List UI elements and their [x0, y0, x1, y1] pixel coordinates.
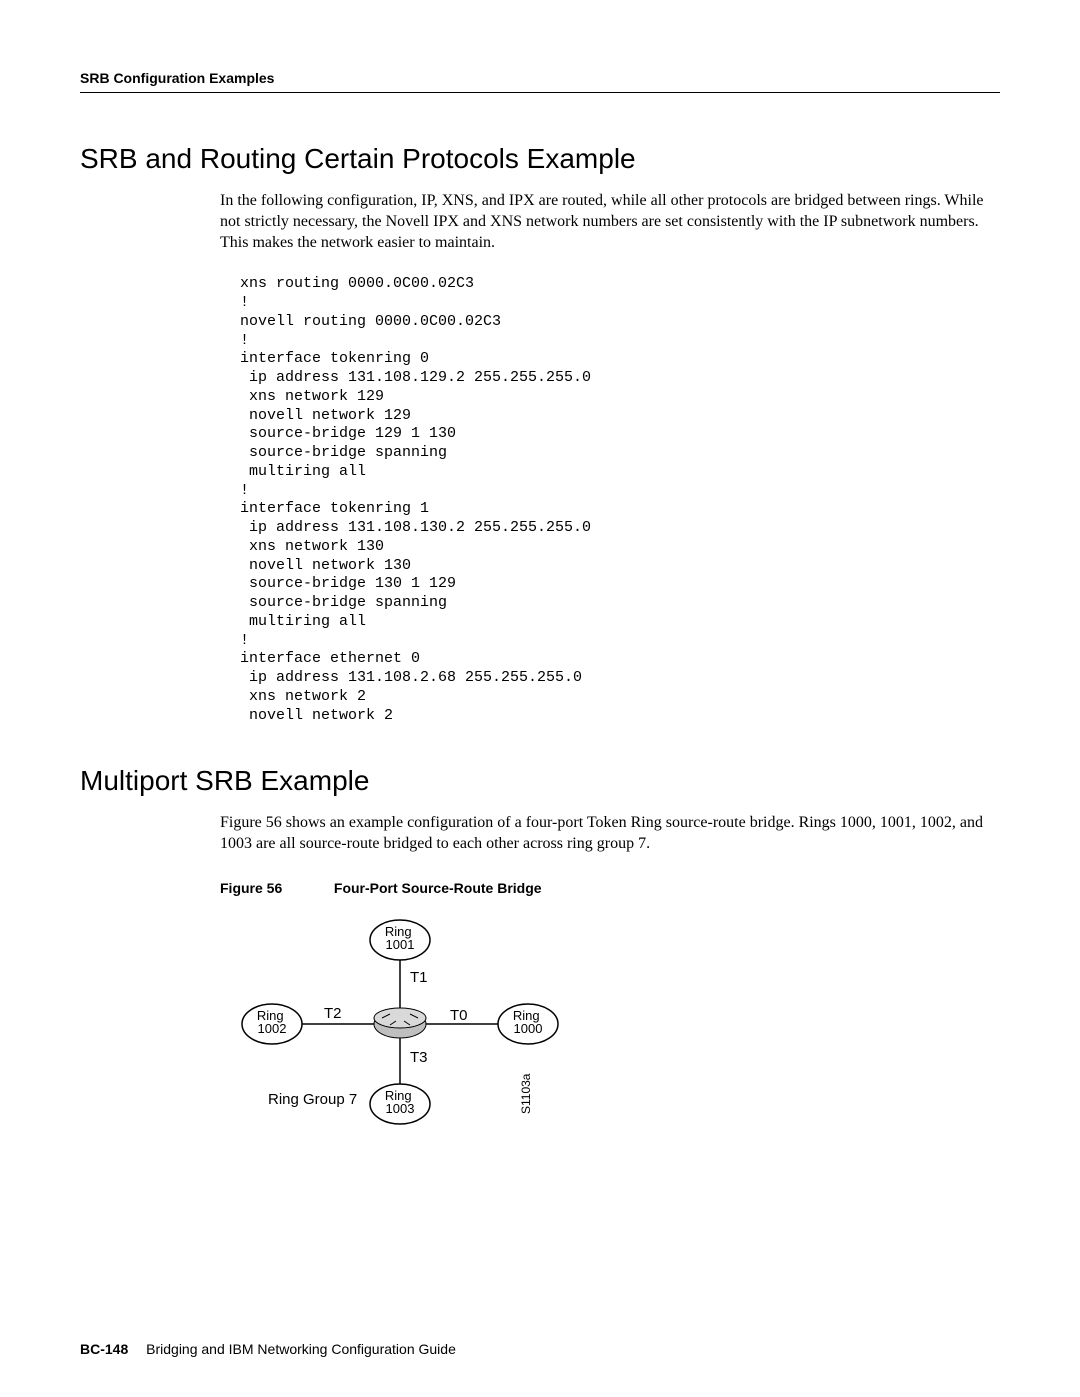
running-header: SRB Configuration Examples [80, 70, 1000, 93]
ring-1003-label: Ring 1003 [385, 1088, 415, 1116]
section2-paragraph: Figure 56 shows an example configuration… [220, 813, 990, 855]
ring-1001-label: Ring 1001 [385, 924, 415, 952]
figure56-caption: Figure 56 Four-Port Source-Route Bridge [220, 880, 1000, 896]
section1-config-block: xns routing 0000.0C00.02C3 ! novell rout… [240, 275, 1000, 725]
router-icon [374, 1008, 426, 1038]
page-footer: BC-148 Bridging and IBM Networking Confi… [80, 1341, 456, 1357]
four-port-bridge-svg: Ring 1001 Ring 1000 Ring 1003 Ring 1002 … [220, 914, 580, 1134]
figure56-diagram: Ring 1001 Ring 1000 Ring 1003 Ring 1002 … [220, 914, 1000, 1139]
section1-title: SRB and Routing Certain Protocols Exampl… [80, 143, 1000, 175]
port-t3-label: T3 [410, 1049, 428, 1066]
ring-group-label: Ring Group 7 [268, 1091, 357, 1108]
page-number: BC-148 [80, 1341, 128, 1357]
ring-1000-label: Ring 1000 [513, 1008, 543, 1036]
book-title: Bridging and IBM Networking Configuratio… [146, 1341, 456, 1357]
section1-paragraph: In the following configuration, IP, XNS,… [220, 191, 990, 253]
port-t0-label: T0 [450, 1007, 468, 1024]
ring-1002-label: Ring 1002 [257, 1008, 287, 1036]
figure-art-id: S1103a [519, 1073, 533, 1114]
figure-title: Four-Port Source-Route Bridge [334, 880, 542, 896]
port-t1-label: T1 [410, 969, 428, 986]
port-t2-label: T2 [324, 1005, 342, 1022]
page: SRB Configuration Examples SRB and Routi… [0, 0, 1080, 1397]
figure-label: Figure 56 [220, 880, 330, 896]
section2-title: Multiport SRB Example [80, 765, 1000, 797]
